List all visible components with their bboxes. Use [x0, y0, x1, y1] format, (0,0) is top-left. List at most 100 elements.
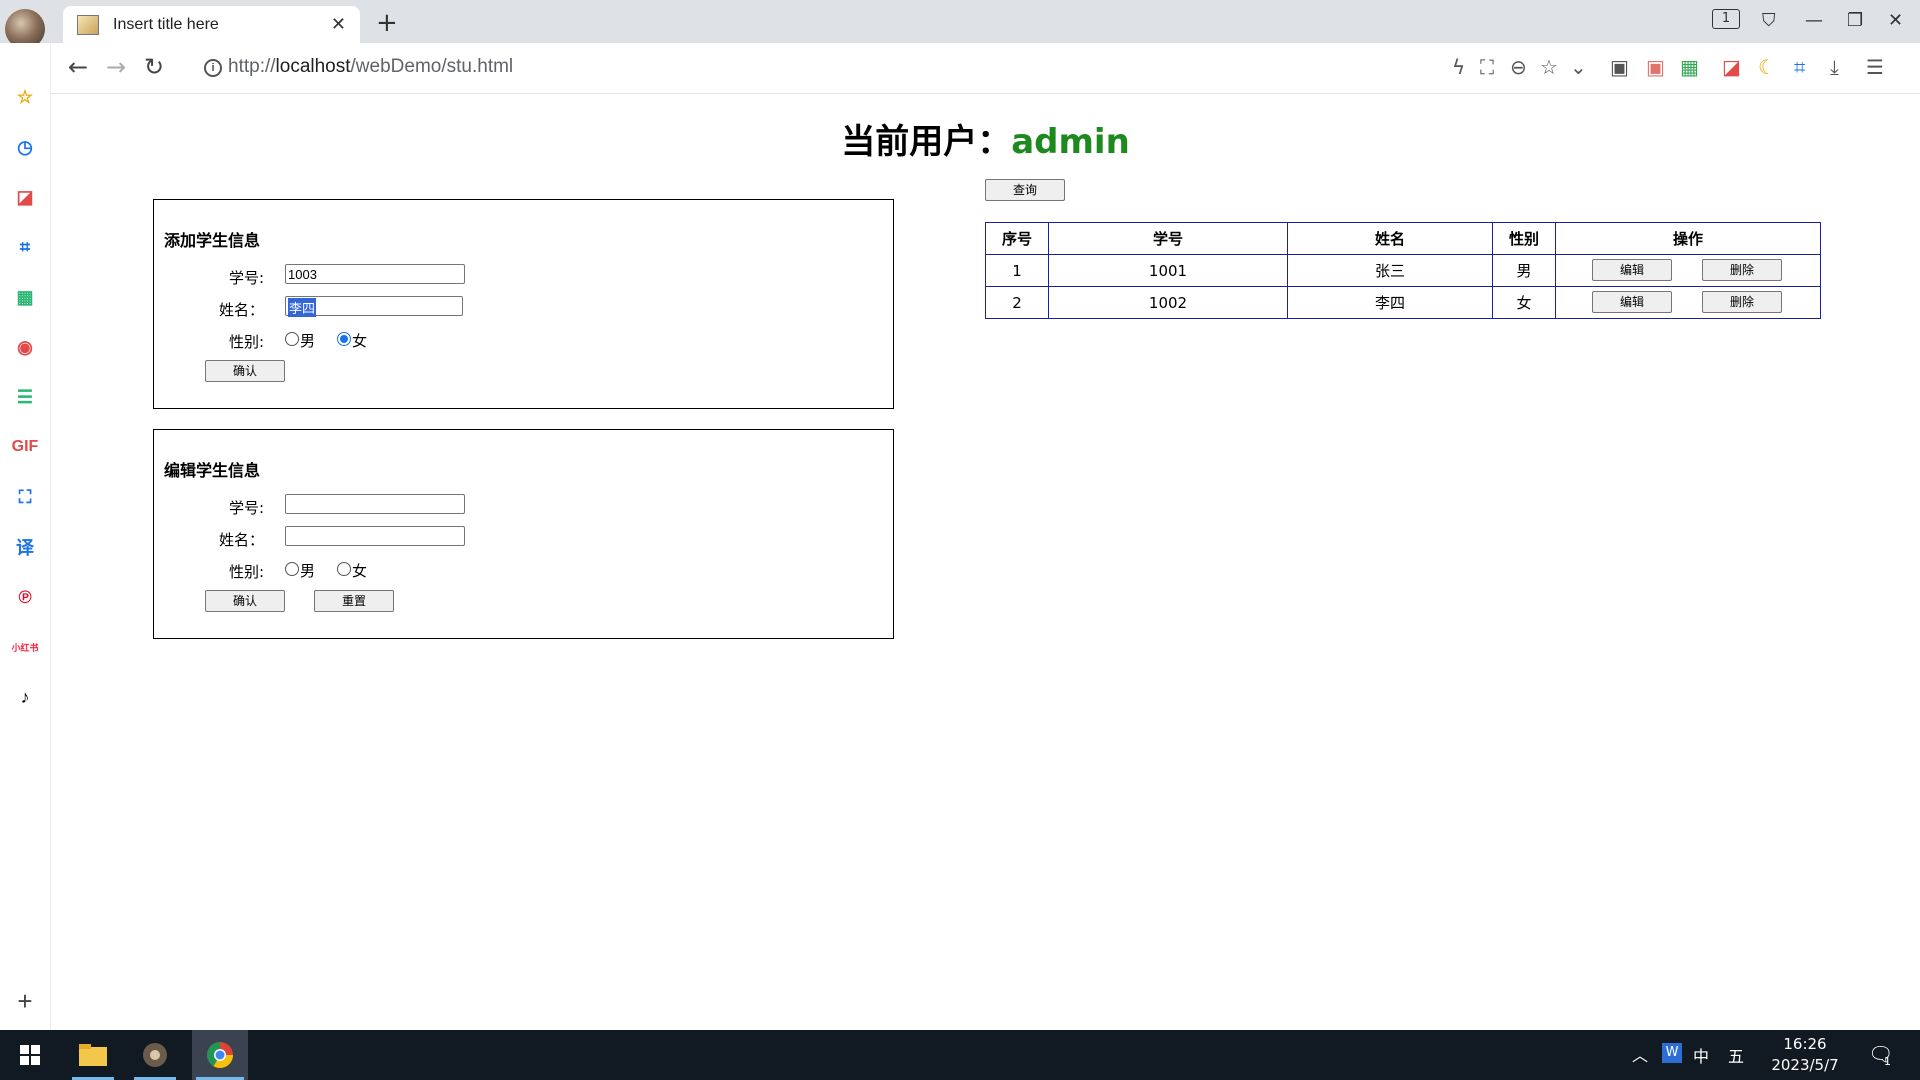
edit-reset-button[interactable]: 重置	[314, 590, 394, 612]
edit-id-row: 学号:	[154, 494, 893, 518]
sidebar-add-icon[interactable]: +	[11, 986, 39, 1016]
add-name-row: 姓名： 李四	[154, 296, 893, 320]
tab-title: Insert title here	[113, 15, 219, 33]
edit-student-panel: 编辑学生信息 学号: 姓名： 性别: 男 女 确认 重置	[153, 429, 894, 639]
tiktok-icon[interactable]: ♪	[11, 683, 39, 711]
cell-gender: 男	[1492, 254, 1556, 287]
qr-code-icon[interactable]: ▦	[11, 283, 39, 311]
header-id: 学号	[1048, 222, 1288, 255]
tab-count-button[interactable]: 1	[1712, 9, 1740, 29]
cell-seq: 2	[985, 286, 1049, 319]
clock-time: 16:26	[1783, 1035, 1827, 1053]
restore-button[interactable]: ❐	[1847, 10, 1863, 31]
add-id-label: 学号:	[228, 269, 264, 287]
add-male-label: 男	[300, 332, 316, 350]
notification-count: 1	[1884, 1055, 1891, 1068]
page-title: 当前用户：admin	[51, 114, 1920, 163]
translate-icon[interactable]: 译	[11, 533, 39, 561]
edit-male-radio[interactable]	[285, 562, 299, 576]
cell-actions: 编辑 删除	[1555, 286, 1821, 319]
add-female-label: 女	[352, 332, 368, 350]
browser-tab[interactable]: Insert title here ✕	[63, 6, 360, 43]
query-button[interactable]: 查询	[985, 179, 1065, 201]
back-arrow-icon[interactable]: ←	[68, 53, 88, 81]
windows-start-icon[interactable]	[5, 1030, 55, 1080]
edit-gender-row: 性别: 男 女	[154, 558, 893, 582]
lightning-icon[interactable]: ϟ	[1452, 55, 1465, 79]
edit-row-button[interactable]: 编辑	[1592, 291, 1672, 313]
cell-id: 1001	[1048, 254, 1288, 287]
cell-name: 李四	[1287, 286, 1493, 319]
night-mode-icon[interactable]: ☾	[1758, 55, 1776, 79]
header-name: 姓名	[1287, 222, 1493, 255]
apps-grid-icon[interactable]: ▦	[1680, 55, 1699, 79]
edit-id-label: 学号:	[228, 499, 264, 517]
browser-sidebar: ☆ ◷ ◪ ⌗ ▦ ◉ ☰ GIF ⛶ 译 ℗ 小红书 ♪ +	[0, 43, 51, 1030]
edit-name-label: 姓名：	[218, 531, 264, 549]
shirt-skin-icon[interactable]: ⛉	[1762, 10, 1776, 31]
settings-gear-icon[interactable]	[130, 1030, 180, 1080]
browser-toolbar: ← → ↻ i http://localhost/webDemo/stu.htm…	[50, 43, 1920, 94]
add-panel-title: 添加学生信息	[164, 231, 261, 250]
file-explorer-icon[interactable]	[68, 1030, 118, 1080]
screenshot-icon[interactable]: ⛶	[1480, 55, 1494, 79]
edit-female-radio[interactable]	[337, 562, 351, 576]
add-id-input[interactable]	[285, 264, 465, 284]
ime-language-indicator[interactable]: 中	[1693, 1043, 1709, 1067]
notes-icon[interactable]: ☰	[11, 383, 39, 411]
add-student-panel: 添加学生信息 学号: 姓名： 李四 性别: 男 女 确认	[153, 199, 894, 409]
download-icon[interactable]: ⤓	[1830, 55, 1839, 79]
close-window-button[interactable]: ✕	[1888, 10, 1903, 31]
add-gender-row: 性别: 男 女	[154, 328, 893, 352]
cell-name: 张三	[1287, 254, 1493, 287]
tab-close-icon[interactable]: ✕	[331, 14, 346, 35]
zoom-out-icon[interactable]: ⊖	[1510, 55, 1527, 79]
add-id-row: 学号:	[154, 264, 893, 288]
reader-icon[interactable]: ▣	[1610, 55, 1629, 79]
delete-row-button[interactable]: 删除	[1702, 259, 1782, 281]
scan-icon[interactable]: ⛶	[11, 483, 39, 511]
edit-confirm-button[interactable]: 确认	[205, 590, 285, 612]
ime-mode-indicator[interactable]: 五	[1728, 1043, 1744, 1067]
delete-row-button[interactable]: 删除	[1702, 291, 1782, 313]
incognito-icon[interactable]: ▣	[1646, 55, 1665, 79]
add-female-radio[interactable]	[337, 332, 351, 346]
gif-icon[interactable]: GIF	[11, 433, 39, 461]
new-tab-button[interactable]: +	[376, 8, 398, 38]
wps-tray-icon[interactable]: W	[1662, 1043, 1682, 1063]
tray-chevron-up-icon[interactable]: ︿	[1632, 1042, 1648, 1066]
header-seq: 序号	[985, 222, 1049, 255]
edit-row-button[interactable]: 编辑	[1592, 259, 1672, 281]
record-icon[interactable]: ◉	[11, 333, 39, 361]
xiaohongshu-icon[interactable]: 小红书	[11, 633, 39, 661]
menu-icon[interactable]: ☰	[1866, 55, 1884, 79]
reload-icon[interactable]: ↻	[144, 53, 164, 81]
history-clock-icon[interactable]: ◷	[11, 133, 39, 161]
crop-tool-icon[interactable]: ⌗	[1794, 55, 1805, 79]
current-user-label: 当前用户：	[841, 122, 1012, 162]
add-male-radio[interactable]	[285, 332, 299, 346]
add-name-input[interactable]: 李四	[285, 296, 463, 317]
pdf-tool-icon[interactable]: ◪	[1722, 55, 1741, 79]
edit-panel-title: 编辑学生信息	[164, 461, 261, 480]
windows-taskbar: ︿ W 中 五 16:26 2023/5/7 🗨 1	[0, 1030, 1920, 1080]
forward-arrow-icon[interactable]: →	[106, 53, 126, 81]
edit-id-input[interactable]	[285, 494, 465, 514]
pinterest-icon[interactable]: ℗	[11, 583, 39, 611]
page-content: 当前用户：admin 添加学生信息 学号: 姓名： 李四 性别: 男 女 确认 …	[51, 94, 1920, 1030]
edit-name-input[interactable]	[285, 526, 465, 546]
star-icon[interactable]: ☆	[11, 83, 39, 111]
crop-icon[interactable]: ⌗	[11, 233, 39, 261]
add-confirm-button[interactable]: 确认	[205, 360, 285, 382]
edit-gender-label: 性别:	[228, 563, 264, 581]
chevron-down-icon[interactable]: ⌄	[1570, 55, 1587, 79]
minimize-button[interactable]: —	[1805, 10, 1823, 31]
cell-gender: 女	[1492, 286, 1556, 319]
taskbar-clock[interactable]: 16:26 2023/5/7	[1760, 1034, 1850, 1076]
site-info-icon[interactable]: i	[204, 59, 222, 77]
bookmark-star-icon[interactable]: ☆	[1540, 55, 1558, 79]
chrome-browser-icon[interactable]	[192, 1030, 248, 1080]
address-bar[interactable]: i http://localhost/webDemo/stu.html	[186, 48, 1646, 86]
pdf-icon[interactable]: ◪	[11, 183, 39, 211]
edit-male-label: 男	[300, 562, 316, 580]
